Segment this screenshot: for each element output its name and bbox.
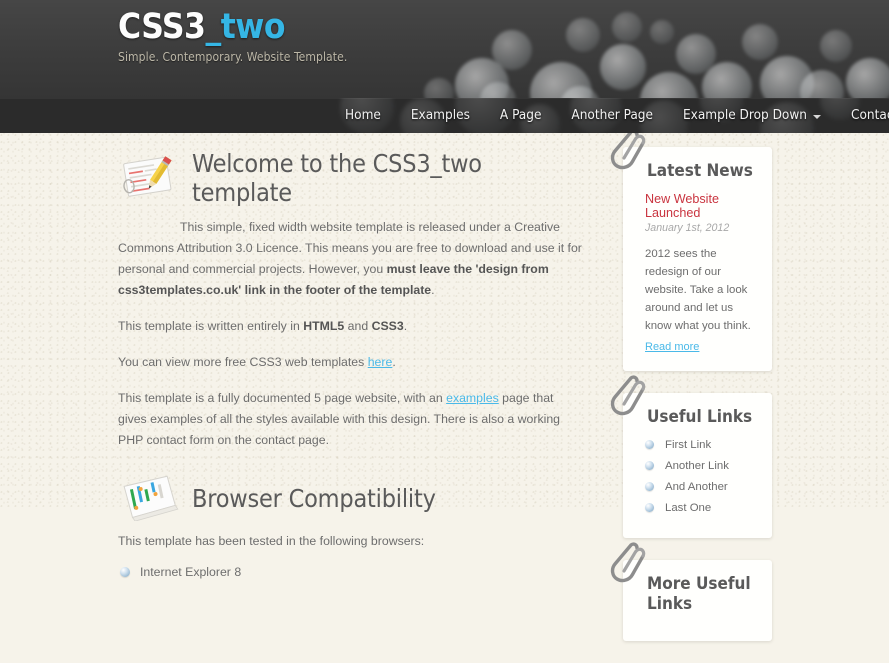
logo-accent: _two [205, 7, 285, 47]
read-more-link[interactable]: Read more [645, 341, 699, 353]
welcome-paragraph-3: You can view more free CSS3 web template… [118, 352, 583, 373]
bullet-icon [645, 440, 654, 449]
browser-intro: This template has been tested in the fol… [118, 534, 425, 548]
link-label: Another Link [665, 460, 729, 472]
welcome-paragraph-2: This template is written entirely in HTM… [118, 316, 583, 337]
widget-more-useful-links: More Useful Links [610, 542, 772, 641]
page-title: Welcome to the CSS3_two template [192, 149, 482, 207]
browser-name: Internet Explorer 8 [140, 565, 242, 579]
main-content: Welcome to the CSS3_two template This si… [118, 133, 583, 663]
para2-lead: This template is written entirely in [118, 319, 304, 333]
bullet-icon [120, 567, 130, 577]
useful-links-list: First Link Another Link And Another Last… [645, 438, 756, 516]
list-item[interactable]: Last One [645, 501, 756, 516]
nav-item-home[interactable]: Home [330, 98, 396, 133]
para2-mid: and [344, 319, 372, 333]
news-date: January 1st, 2012 [645, 222, 730, 234]
widget-title: Latest News [647, 161, 753, 181]
site-logo[interactable]: CSS3_two Simple. Contemporary. Website T… [118, 7, 348, 65]
nav-item-a-page[interactable]: A Page [485, 98, 557, 133]
logo-text: CSS3_two [118, 7, 347, 47]
site-tagline: Simple. Contemporary. Website Template. [118, 50, 348, 65]
here-link[interactable]: here [368, 355, 393, 369]
nav-list: Home Examples A Page Another Page Exampl… [0, 98, 889, 133]
nav-item-another-page[interactable]: Another Page [556, 98, 668, 133]
main-navigation: Home Examples A Page Another Page Exampl… [0, 98, 889, 133]
browser-list: Internet Explorer 8 [118, 564, 583, 580]
widget-useful-links: Useful Links First Link Another Link And… [610, 375, 772, 538]
examples-link[interactable]: examples [446, 391, 499, 405]
link-label: First Link [665, 439, 712, 451]
widget-title: More Useful Links [647, 574, 751, 614]
paperclip-icon [610, 129, 646, 170]
paperclip-icon [610, 375, 646, 416]
welcome-paragraph-1: This simple, fixed width website templat… [118, 217, 583, 301]
nav-label: Contact Us [851, 107, 889, 123]
news-headline[interactable]: New Website Launched [645, 192, 756, 220]
list-item: Internet Explorer 8 [118, 564, 583, 580]
widget-title: Useful Links [647, 407, 753, 427]
list-item[interactable]: First Link [645, 438, 756, 453]
nav-item-example-drop-down[interactable]: Example Drop Down [668, 98, 836, 133]
nav-label: A Page [499, 107, 542, 123]
link-label: And Another [665, 481, 728, 493]
browser-heading-row: Browser Compatibility [118, 475, 583, 521]
para4-lead: This template is a fully documented 5 pa… [118, 391, 447, 405]
nav-label: Examples [410, 107, 470, 123]
nav-label: Example Drop Down [682, 107, 807, 123]
logo-main: CSS3 [118, 7, 206, 47]
site-header: CSS3_two Simple. Contemporary. Website T… [0, 0, 889, 98]
chevron-down-icon [813, 114, 821, 119]
nav-label: Another Page [571, 107, 653, 123]
welcome-paragraph-4: This template is a fully documented 5 pa… [118, 388, 583, 451]
page-wrapper: Welcome to the CSS3_two template This si… [0, 129, 889, 663]
news-body: 2012 sees the redesign of our website. T… [645, 248, 751, 332]
list-item[interactable]: And Another [645, 480, 756, 495]
bullet-icon [645, 461, 654, 470]
para3-end: . [392, 355, 396, 369]
chart-document-icon [123, 475, 179, 521]
browser-compat-title: Browser Compatibility [192, 483, 436, 513]
paperclip-icon [610, 542, 646, 583]
css3-label: CSS3 [371, 319, 404, 333]
para3-lead: You can view more free CSS3 web template… [118, 355, 368, 369]
nav-item-examples[interactable]: Examples [396, 98, 485, 133]
para2-end: . [403, 319, 408, 333]
nav-label: Home [345, 107, 381, 123]
link-label: Last One [665, 502, 712, 514]
sidebar: Latest News New Website Launched January… [610, 129, 783, 663]
bullet-icon [645, 482, 654, 491]
html5-label: HTML5 [303, 319, 345, 333]
welcome-para1-end: . [431, 283, 435, 297]
welcome-heading-row: Welcome to the CSS3_two template [118, 149, 583, 207]
list-item[interactable]: Another Link [645, 459, 756, 474]
nav-item-contact-us[interactable]: Contact Us [836, 98, 889, 133]
notepad-pencil-icon [123, 156, 172, 197]
widget-latest-news: Latest News New Website Launched January… [610, 129, 772, 371]
